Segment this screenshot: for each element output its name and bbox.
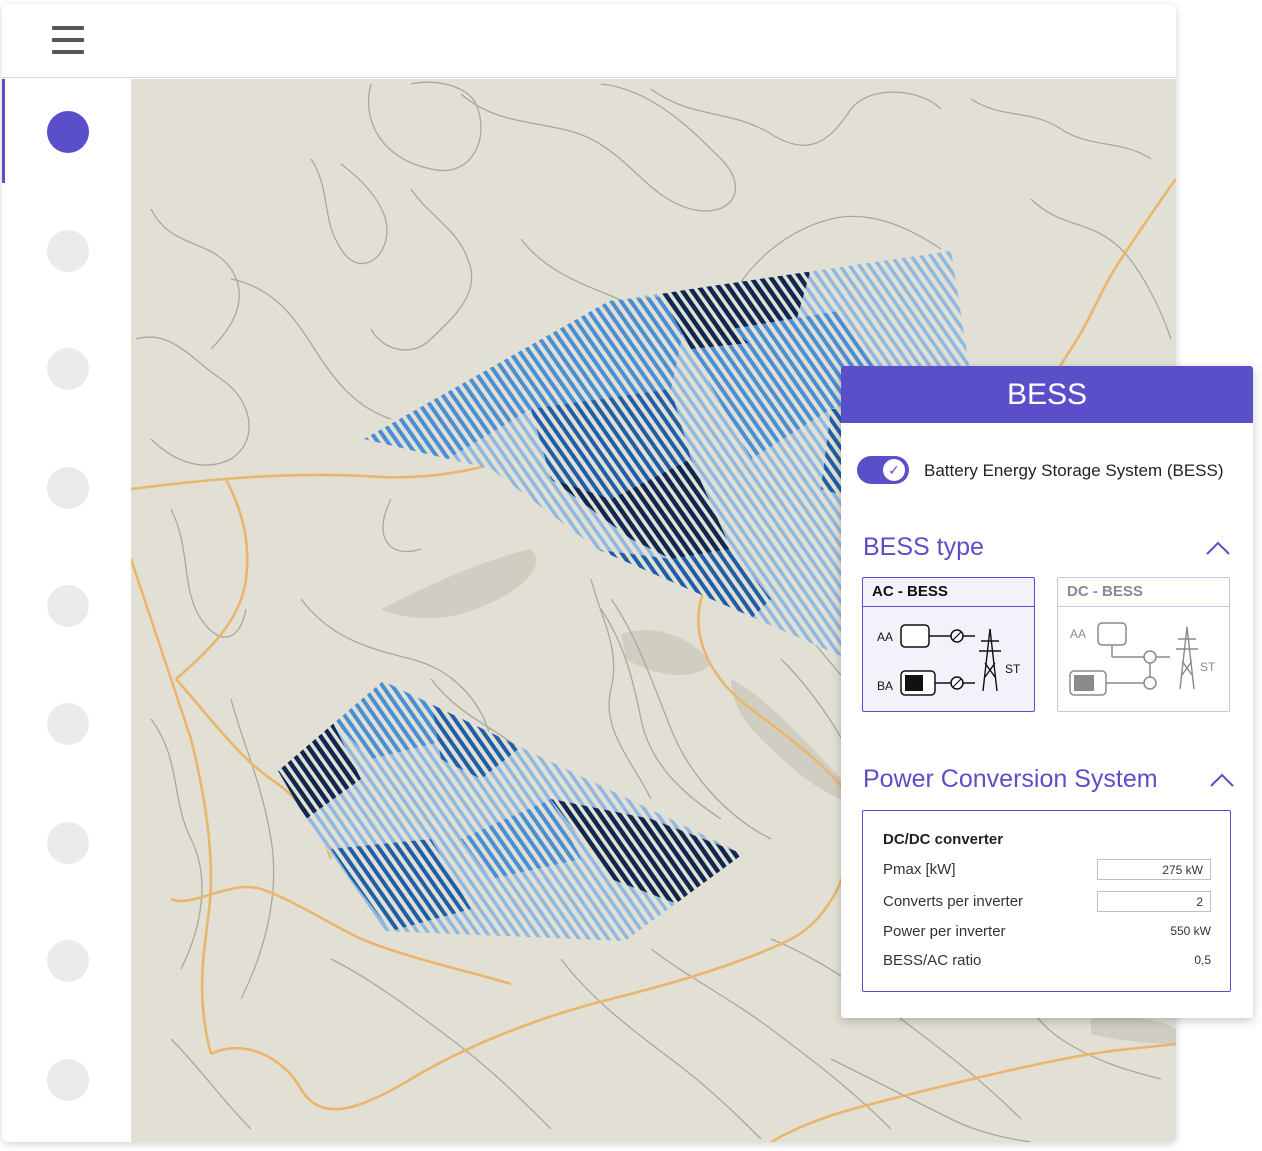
bess-toggle[interactable]: ✓ [857,456,909,484]
pmax-label: Pmax [kW] [883,861,956,878]
ac-bess-diagram: AA BA ST [877,624,1021,696]
sidebar-item-5[interactable] [47,585,89,627]
power-per-inverter-label: Power per inverter [883,923,1006,940]
pv-block-lower [278,681,743,941]
bess-ac-ratio-label: BESS/AC ratio [883,952,982,969]
pcs-box: DC/DC converter Pmax [kW] Converts per i… [862,810,1231,992]
dc-bess-diagram: AA ST [1069,622,1216,696]
bess-type-title: BESS type [863,533,984,561]
pcs-row-converts: Converts per inverter [883,891,1211,913]
dc-aa-label: AA [1070,627,1086,641]
dc-st-label: ST [1200,660,1216,674]
ac-st-label: ST [1005,662,1021,676]
pcs-row-power: Power per inverter 550 kW [883,921,1211,943]
converts-per-inverter-input[interactable] [1097,891,1211,912]
sidebar-item-7[interactable] [47,822,89,864]
power-per-inverter-value: 550 kW [1170,924,1211,938]
ac-bess-option[interactable]: AC - BESS AA BA ST [862,577,1035,712]
bess-panel: BESS ✓ Battery Energy Storage System (BE… [841,366,1253,1018]
pcs-subtitle: DC/DC converter [883,831,1004,848]
sidebar-item-6[interactable] [47,703,89,745]
dc-bess-option[interactable]: DC - BESS AA ST [1057,577,1230,712]
ac-bess-label: AC - BESS [863,578,1034,607]
pcs-row-pmax: Pmax [kW] [883,859,1211,881]
ac-ba-label: BA [877,679,893,693]
pmax-input[interactable] [1097,859,1211,880]
sidebar-item-8[interactable] [47,940,89,982]
pcs-title: Power Conversion System [863,765,1158,793]
sidebar-item-3[interactable] [47,348,89,390]
ac-aa-label: AA [877,630,893,644]
top-bar [2,4,1176,78]
pylon-icon [979,628,1001,692]
bess-toggle-row: ✓ Battery Energy Storage System (BESS) [857,456,1237,486]
hamburger-icon[interactable] [52,24,86,58]
sidebar-item-1[interactable] [47,111,89,153]
chevron-up-icon[interactable] [1209,772,1235,788]
sidebar-item-2[interactable] [47,230,89,272]
pylon-icon [1176,626,1198,690]
converts-per-inverter-label: Converts per inverter [883,893,1024,910]
sidebar [2,79,131,1142]
check-icon: ✓ [883,459,905,481]
bess-ac-ratio-value: 0,5 [1194,953,1211,967]
sidebar-active-indicator [2,79,5,183]
panel-title: BESS [841,366,1253,423]
sidebar-item-4[interactable] [47,467,89,509]
dc-bess-label: DC - BESS [1058,578,1229,607]
chevron-up-icon[interactable] [1205,540,1231,556]
sidebar-item-9[interactable] [47,1059,89,1101]
pcs-row-ratio: BESS/AC ratio 0,5 [883,950,1211,972]
bess-toggle-label: Battery Energy Storage System (BESS) [924,461,1224,480]
